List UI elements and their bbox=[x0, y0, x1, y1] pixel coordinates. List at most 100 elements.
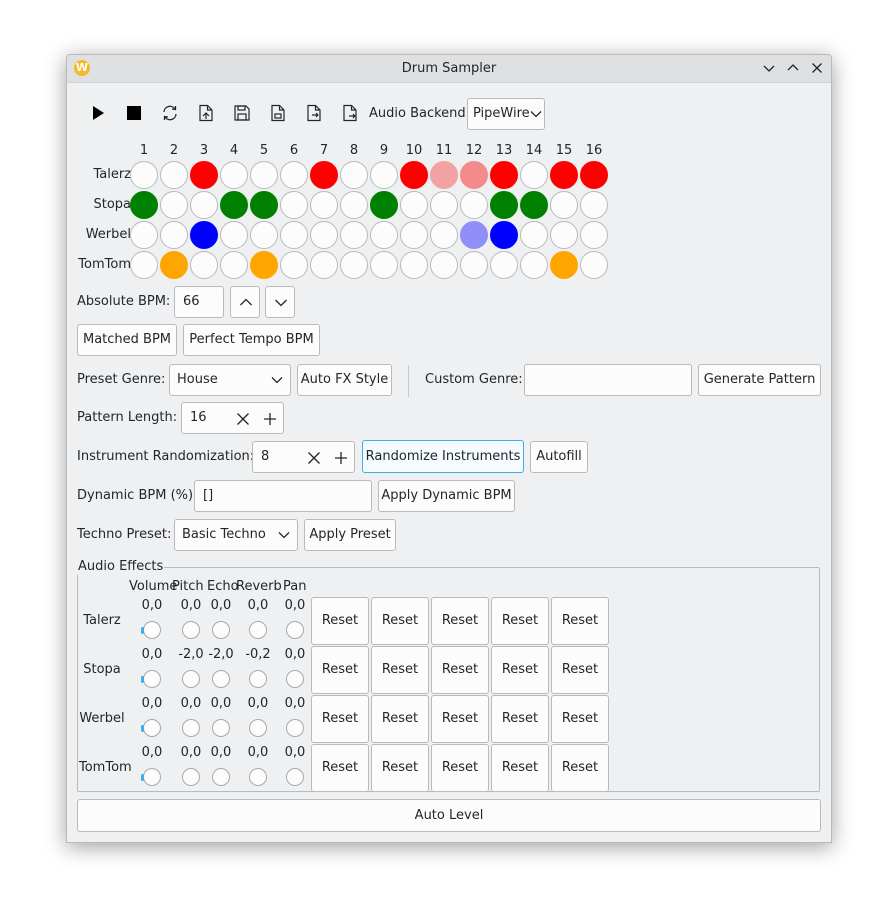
step-cell[interactable] bbox=[370, 191, 398, 219]
fx-dial[interactable] bbox=[286, 719, 304, 737]
fx-dial[interactable] bbox=[249, 719, 267, 737]
step-cell[interactable] bbox=[160, 161, 188, 189]
step-cell[interactable] bbox=[370, 221, 398, 249]
step-cell[interactable] bbox=[250, 191, 278, 219]
dynamic-bpm-input[interactable]: [] bbox=[194, 480, 372, 512]
step-cell[interactable] bbox=[400, 161, 428, 189]
step-cell[interactable] bbox=[520, 251, 548, 279]
reset-button[interactable]: Reset bbox=[371, 597, 429, 645]
step-cell[interactable] bbox=[370, 251, 398, 279]
stop-icon[interactable] bbox=[122, 100, 146, 126]
step-cell[interactable] bbox=[490, 221, 518, 249]
perfect-tempo-bpm-button[interactable]: Perfect Tempo BPM bbox=[183, 324, 320, 356]
step-cell[interactable] bbox=[490, 251, 518, 279]
close-icon[interactable] bbox=[809, 60, 825, 76]
bpm-input[interactable]: 66 bbox=[174, 286, 224, 318]
step-cell[interactable] bbox=[460, 191, 488, 219]
plus-icon[interactable] bbox=[263, 412, 277, 426]
custom-genre-input[interactable] bbox=[524, 364, 692, 396]
step-cell[interactable] bbox=[190, 251, 218, 279]
reset-button[interactable]: Reset bbox=[431, 597, 489, 645]
step-cell[interactable] bbox=[400, 191, 428, 219]
fx-dial[interactable] bbox=[286, 768, 304, 786]
fx-dial[interactable] bbox=[286, 621, 304, 639]
step-cell[interactable] bbox=[250, 221, 278, 249]
apply-dynamic-bpm-button[interactable]: Apply Dynamic BPM bbox=[378, 480, 515, 512]
step-cell[interactable] bbox=[310, 221, 338, 249]
fx-dial[interactable] bbox=[249, 670, 267, 688]
reset-button[interactable]: Reset bbox=[491, 695, 549, 743]
minimize-icon[interactable] bbox=[761, 60, 777, 76]
apply-preset-button[interactable]: Apply Preset bbox=[304, 519, 396, 551]
plus-icon[interactable] bbox=[334, 451, 348, 465]
step-cell[interactable] bbox=[460, 221, 488, 249]
step-cell[interactable] bbox=[430, 161, 458, 189]
step-cell[interactable] bbox=[460, 161, 488, 189]
step-cell[interactable] bbox=[310, 251, 338, 279]
step-cell[interactable] bbox=[130, 191, 158, 219]
instrument-randomization-spinbox[interactable]: 8 bbox=[252, 441, 355, 473]
step-cell[interactable] bbox=[130, 221, 158, 249]
reset-button[interactable]: Reset bbox=[371, 744, 429, 792]
auto-level-button[interactable]: Auto Level bbox=[77, 799, 821, 832]
step-cell[interactable] bbox=[580, 161, 608, 189]
play-icon[interactable] bbox=[86, 100, 110, 126]
export-midi-icon[interactable] bbox=[338, 100, 362, 126]
import-icon[interactable] bbox=[302, 100, 326, 126]
step-cell[interactable] bbox=[310, 161, 338, 189]
save-icon[interactable] bbox=[230, 100, 254, 126]
step-cell[interactable] bbox=[580, 191, 608, 219]
step-cell[interactable] bbox=[190, 161, 218, 189]
preset-genre-select[interactable]: House bbox=[169, 364, 291, 396]
step-cell[interactable] bbox=[220, 161, 248, 189]
clear-icon[interactable] bbox=[307, 451, 321, 465]
fx-dial[interactable] bbox=[141, 719, 161, 737]
step-cell[interactable] bbox=[160, 191, 188, 219]
matched-bpm-button[interactable]: Matched BPM bbox=[77, 324, 177, 356]
reset-button[interactable]: Reset bbox=[371, 695, 429, 743]
fx-dial[interactable] bbox=[249, 768, 267, 786]
step-cell[interactable] bbox=[340, 161, 368, 189]
step-cell[interactable] bbox=[160, 221, 188, 249]
fx-dial[interactable] bbox=[182, 768, 200, 786]
step-cell[interactable] bbox=[430, 191, 458, 219]
fx-dial[interactable] bbox=[212, 768, 230, 786]
reset-button[interactable]: Reset bbox=[551, 597, 609, 645]
auto-fx-style-button[interactable]: Auto FX Style bbox=[297, 364, 392, 396]
reset-button[interactable]: Reset bbox=[311, 646, 369, 694]
audio-backend-select[interactable]: PipeWire bbox=[467, 98, 545, 130]
fx-dial[interactable] bbox=[212, 719, 230, 737]
fx-dial[interactable] bbox=[182, 719, 200, 737]
fx-dial[interactable] bbox=[182, 621, 200, 639]
step-cell[interactable] bbox=[310, 191, 338, 219]
step-cell[interactable] bbox=[430, 251, 458, 279]
fx-dial[interactable] bbox=[182, 670, 200, 688]
title-bar[interactable]: W Drum Sampler bbox=[67, 55, 831, 83]
step-cell[interactable] bbox=[280, 251, 308, 279]
step-cell[interactable] bbox=[340, 191, 368, 219]
reset-button[interactable]: Reset bbox=[311, 744, 369, 792]
step-cell[interactable] bbox=[220, 221, 248, 249]
step-cell[interactable] bbox=[550, 221, 578, 249]
generate-pattern-button[interactable]: Generate Pattern bbox=[698, 364, 821, 396]
reset-button[interactable]: Reset bbox=[491, 597, 549, 645]
reset-button[interactable]: Reset bbox=[431, 744, 489, 792]
step-cell[interactable] bbox=[190, 191, 218, 219]
step-cell[interactable] bbox=[550, 191, 578, 219]
step-cell[interactable] bbox=[520, 221, 548, 249]
step-cell[interactable] bbox=[280, 221, 308, 249]
maximize-icon[interactable] bbox=[785, 60, 801, 76]
step-cell[interactable] bbox=[400, 221, 428, 249]
step-cell[interactable] bbox=[130, 161, 158, 189]
pattern-length-spinbox[interactable]: 16 bbox=[181, 402, 284, 434]
fx-dial[interactable] bbox=[286, 670, 304, 688]
fx-dial[interactable] bbox=[141, 621, 161, 639]
load-pattern-icon[interactable] bbox=[194, 100, 218, 126]
step-cell[interactable] bbox=[280, 191, 308, 219]
step-cell[interactable] bbox=[520, 161, 548, 189]
fx-dial[interactable] bbox=[212, 621, 230, 639]
step-cell[interactable] bbox=[400, 251, 428, 279]
reset-button[interactable]: Reset bbox=[311, 695, 369, 743]
step-cell[interactable] bbox=[580, 251, 608, 279]
step-cell[interactable] bbox=[280, 161, 308, 189]
